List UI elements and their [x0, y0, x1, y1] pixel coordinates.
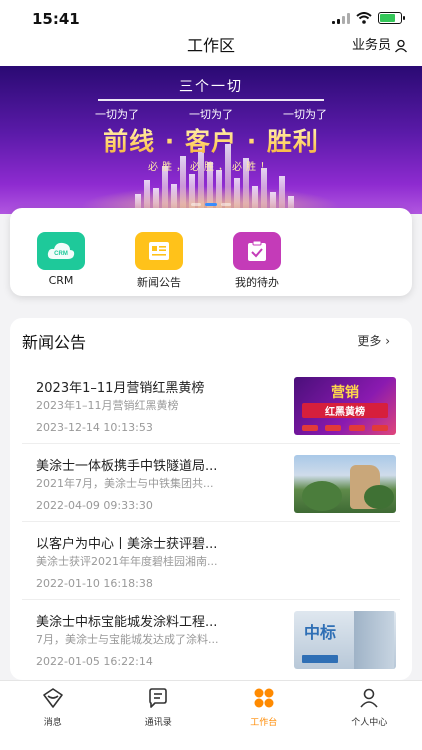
tab-messages[interactable]: 消息 [0, 681, 106, 750]
news-thumbnail: 营销 红黑黄榜 [294, 377, 396, 435]
tab-label: 工作台 [250, 718, 278, 728]
news-icon [135, 232, 183, 270]
news-more-label: 更多 [357, 334, 382, 348]
news-item-title: 美涂士一体板携手中铁隧道局... [36, 459, 218, 474]
banner-slogan: 前线 · 客户 · 胜利 [0, 122, 422, 158]
news-item-date: 2022-01-05 16:22:14 [36, 655, 153, 668]
app-label: CRM [48, 274, 74, 287]
thumbnail-text: 红黑黄榜 [302, 403, 388, 418]
crm-cloud-icon: CRM [37, 232, 85, 270]
news-item-date: 2022-01-10 16:18:38 [36, 577, 153, 590]
tab-profile[interactable]: 个人中心 [317, 681, 422, 750]
news-item[interactable]: 美涂士一体板携手中铁隧道局... 2021年7月，美涂士与中铁集团共... 20… [22, 444, 400, 522]
news-thumbnail: 中标 [294, 611, 396, 669]
news-item[interactable]: 美涂士中标宝能城发涂料工程... 7月，美涂士与宝能城发达成了涂料... 202… [22, 600, 400, 678]
status-time: 15:41 [32, 10, 80, 28]
role-label: 业务员 [351, 38, 391, 53]
svg-text:CRM: CRM [54, 251, 68, 257]
banner-pager[interactable] [0, 203, 422, 206]
status-icons [332, 12, 405, 24]
tab-contacts[interactable]: 通讯录 [106, 681, 212, 750]
news-item[interactable]: 以客户为中心丨美涂士获评碧... 美涂士获评2021年年度碧桂园湘南... 20… [22, 522, 400, 600]
battery-icon [378, 12, 405, 24]
thumbnail-text: 中标 [304, 625, 337, 642]
news-card: 新闻公告 更多 › 2023年1–11月营销红黑黄榜 2023年1–11月营销红… [10, 318, 412, 680]
tab-label: 个人中心 [351, 718, 388, 728]
user-outline-icon [395, 39, 407, 53]
news-item-title: 美涂士中标宝能城发涂料工程... [36, 615, 218, 630]
tab-label: 通讯录 [144, 718, 172, 728]
banner-sub: 一切为了 [283, 108, 327, 121]
tab-label: 消息 [43, 718, 62, 728]
wifi-icon [356, 12, 372, 24]
contacts-icon [149, 688, 168, 708]
message-icon [42, 688, 63, 708]
banner-cheer: 必胜，必胜，必胜！ [148, 162, 274, 173]
news-section-title: 新闻公告 [22, 333, 87, 352]
workbench-icon [254, 688, 274, 708]
news-item-summary: 美涂士获评2021年年度碧桂园湘南... [36, 555, 218, 568]
nav-bar: 工作区 业务员 [0, 36, 422, 66]
app-label: 新闻公告 [137, 276, 181, 289]
app-shortcuts-card: CRM CRM 新闻公告 我的待办 [10, 208, 412, 296]
skyline-building [162, 166, 168, 214]
banner-heading: 三个一切 [179, 79, 243, 95]
news-item-summary: 2023年1–11月营销红黑黄榜 [36, 399, 179, 412]
status-bar: 15:41 [0, 0, 422, 36]
news-item-title: 以客户为中心丨美涂士获评碧... [36, 537, 218, 552]
app-crm[interactable]: CRM CRM [26, 232, 96, 287]
news-item-date: 2022-04-09 09:33:30 [36, 499, 153, 512]
news-more-link[interactable]: 更多 › [357, 332, 390, 349]
banner-divider [98, 99, 324, 101]
news-item-date: 2023-12-14 10:13:53 [36, 421, 153, 434]
chevron-right-icon: › [385, 334, 390, 348]
news-item-summary: 2021年7月，美涂士与中铁集团共... [36, 477, 214, 490]
todo-clipboard-icon [233, 232, 281, 270]
news-item[interactable]: 2023年1–11月营销红黑黄榜 2023年1–11月营销红黑黄榜 2023-1… [22, 366, 400, 444]
app-label: 我的待办 [235, 276, 279, 289]
banner-sub: 一切为了 [95, 108, 139, 121]
user-icon [360, 688, 378, 708]
cellular-signal-icon [332, 12, 350, 24]
banner-subtitles: 一切为了 一切为了 一切为了 [0, 106, 422, 122]
tab-workbench[interactable]: 工作台 [211, 681, 317, 750]
app-news[interactable]: 新闻公告 [124, 232, 194, 290]
app-todo[interactable]: 我的待办 [222, 232, 292, 290]
news-thumbnail [294, 455, 396, 513]
bottom-tab-bar: 消息 通讯录 工作台 个人中心 [0, 680, 422, 750]
banner-sub: 一切为了 [189, 108, 233, 121]
role-switch-button[interactable]: 业务员 [352, 36, 408, 56]
promo-banner[interactable]: 三个一切 一切为了 一切为了 一切为了 前线 · 客户 · 胜利 必胜，必胜，必… [0, 66, 422, 214]
news-item-summary: 7月，美涂士与宝能城发达成了涂料... [36, 633, 219, 646]
news-item-title: 2023年1–11月营销红黑黄榜 [36, 381, 205, 396]
thumbnail-text: 营销 [331, 384, 359, 400]
